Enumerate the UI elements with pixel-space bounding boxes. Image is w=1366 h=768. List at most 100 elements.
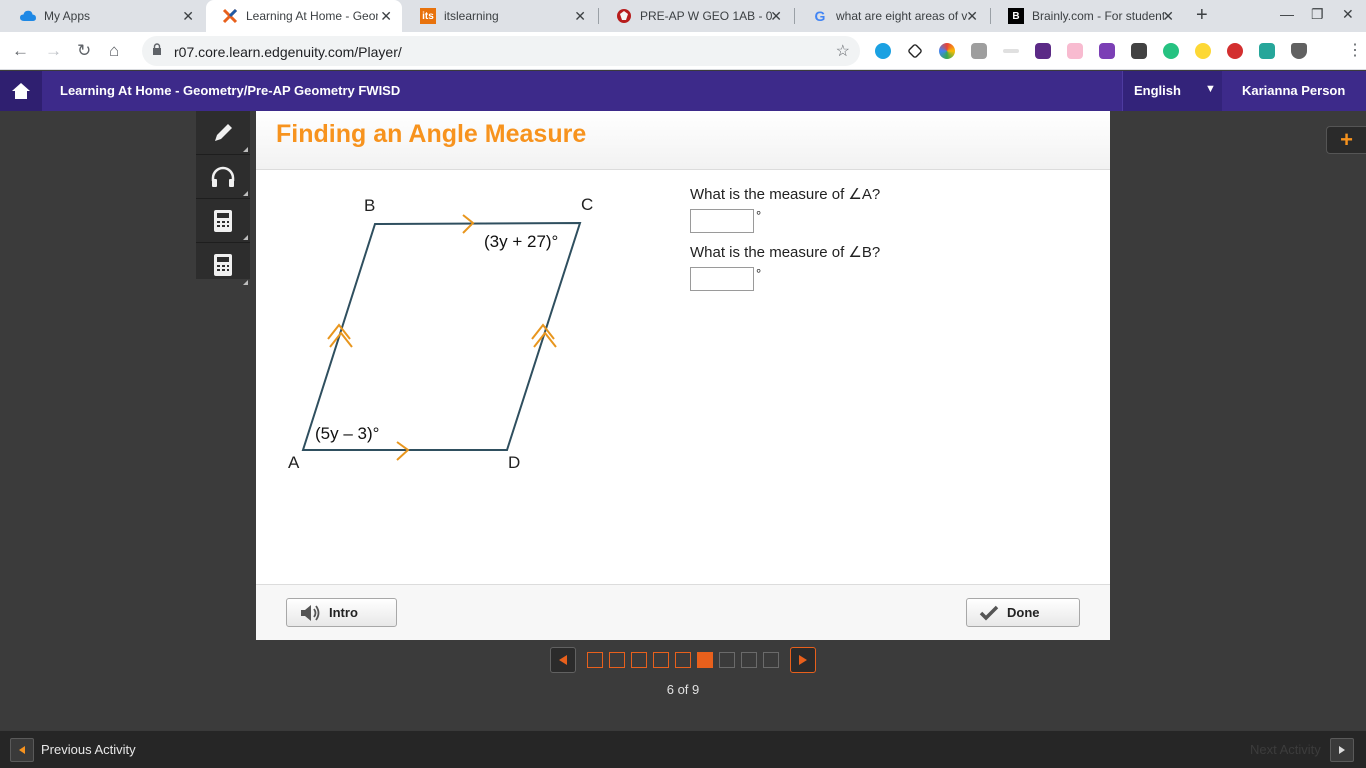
- course-title: Learning At Home - Geometry/Pre-AP Geome…: [60, 83, 401, 98]
- close-tab-icon[interactable]: ✕: [1162, 8, 1174, 25]
- extension-icon[interactable]: [907, 43, 923, 59]
- close-tab-icon[interactable]: ✕: [770, 8, 782, 25]
- cloud-icon: [20, 8, 36, 24]
- close-window-icon[interactable]: ✕: [1342, 6, 1354, 23]
- done-button-label: Done: [1007, 605, 1040, 620]
- close-tab-icon[interactable]: ✕: [182, 8, 194, 25]
- previous-activity-button[interactable]: [10, 738, 34, 762]
- angle-a-answer-input[interactable]: [690, 209, 754, 233]
- page-indicator[interactable]: [741, 652, 757, 668]
- tab-title: PRE-AP W GEO 1AB - 06: [640, 9, 772, 23]
- intro-button-label: Intro: [329, 605, 358, 620]
- tab-pre-ap-geo[interactable]: PRE-AP W GEO 1AB - 06 ✕: [600, 0, 792, 32]
- bookmark-star-icon[interactable]: ☆: [836, 41, 850, 61]
- parallel-mark-ab-2: [329, 331, 353, 348]
- previous-page-button[interactable]: [550, 647, 576, 673]
- scientific-calculator-tool-button[interactable]: [196, 243, 250, 287]
- lesson-footer: Intro Done: [256, 584, 1110, 640]
- activity-bar: Previous Activity Next Activity: [0, 730, 1366, 768]
- degree-symbol: °: [756, 266, 762, 281]
- extension-icon[interactable]: [875, 43, 891, 59]
- extension-icon[interactable]: [1227, 43, 1243, 59]
- edgenuity-icon: [222, 8, 238, 24]
- reload-icon[interactable]: ↻: [77, 41, 91, 61]
- question-angle-a: What is the measure of ∠A?: [690, 186, 881, 203]
- forward-arrow-icon[interactable]: →: [45, 41, 62, 61]
- page-indicator[interactable]: [719, 652, 735, 668]
- extension-icon[interactable]: [971, 43, 987, 59]
- extension-icon[interactable]: [1035, 43, 1051, 59]
- page-indicator-current[interactable]: [697, 652, 713, 668]
- parallelogram-figure: B C A D (3y + 27)° (5y – 3)°: [278, 194, 618, 484]
- restore-icon[interactable]: ❐: [1311, 6, 1324, 23]
- browser-tab-strip: My Apps ✕ Learning At Home - Geometry/Pr…: [0, 0, 1366, 32]
- intro-button[interactable]: Intro: [286, 598, 397, 627]
- next-activity-button[interactable]: [1330, 738, 1354, 762]
- page-indicator[interactable]: [763, 652, 779, 668]
- lesson-panel: Finding an Angle Measure B C A D (3y + 2…: [256, 111, 1110, 640]
- home-icon[interactable]: ⌂: [109, 41, 119, 61]
- expand-plus-button[interactable]: +: [1326, 126, 1366, 154]
- minimize-icon[interactable]: —: [1280, 6, 1294, 22]
- headphones-icon: [211, 166, 235, 187]
- extension-icon[interactable]: [1163, 43, 1179, 59]
- angle-a-expression: (5y – 3)°: [315, 424, 380, 443]
- language-value: English: [1134, 83, 1181, 98]
- vertex-label-a: A: [288, 453, 300, 472]
- home-button[interactable]: [0, 71, 42, 111]
- extension-icon[interactable]: [1259, 43, 1275, 59]
- tab-title: itslearning: [444, 9, 499, 23]
- page-indicator[interactable]: [653, 652, 669, 668]
- extension-icon[interactable]: [1131, 43, 1147, 59]
- page-indicator[interactable]: [587, 652, 603, 668]
- page-indicator[interactable]: [631, 652, 647, 668]
- page-count: 6 of 9: [666, 682, 700, 697]
- app-header: Learning At Home - Geometry/Pre-AP Geome…: [0, 71, 1366, 111]
- tab-brainly[interactable]: B Brainly.com - For students ✕: [992, 0, 1184, 32]
- close-tab-icon[interactable]: ✕: [966, 8, 978, 25]
- audio-tool-button[interactable]: [196, 155, 250, 199]
- browser-toolbar: ← → ↻ ⌂ r07.core.learn.edgenuity.com/Pla…: [0, 32, 1366, 70]
- close-tab-icon[interactable]: ✕: [574, 8, 586, 25]
- address-bar[interactable]: r07.core.learn.edgenuity.com/Player/ ☆: [142, 36, 860, 66]
- vertex-label-d: D: [508, 453, 521, 472]
- shield-icon[interactable]: [1291, 43, 1307, 59]
- extension-icon[interactable]: [1067, 43, 1083, 59]
- angle-b-answer-input[interactable]: [690, 267, 754, 291]
- question-angle-b: What is the measure of ∠B?: [690, 244, 881, 261]
- user-name[interactable]: Karianna Person: [1242, 83, 1345, 98]
- done-button[interactable]: Done: [966, 598, 1080, 627]
- language-dropdown[interactable]: English ▼: [1122, 71, 1222, 111]
- extension-icon[interactable]: [939, 43, 955, 59]
- vertex-label-c: C: [581, 195, 594, 214]
- tab-my-apps[interactable]: My Apps ✕: [4, 0, 204, 32]
- calculator-tool-button[interactable]: [196, 199, 250, 243]
- corner-indicator: [243, 280, 248, 285]
- page-indicator[interactable]: [609, 652, 625, 668]
- checkmark-icon: [979, 605, 999, 621]
- tab-google-search[interactable]: G what are eight areas of v ✕: [796, 0, 988, 32]
- triangle-left-icon: [19, 746, 25, 754]
- menu-kebab-icon[interactable]: ⋮: [1347, 40, 1363, 60]
- triangle-right-icon: [799, 655, 807, 665]
- tools-column: [196, 111, 250, 285]
- extension-icon[interactable]: [1003, 49, 1019, 53]
- angle-c-expression: (3y + 27)°: [484, 232, 559, 251]
- chevron-down-icon: ▼: [1205, 83, 1216, 95]
- back-arrow-icon[interactable]: ←: [12, 41, 29, 61]
- vertex-label-b: B: [364, 196, 376, 215]
- previous-activity-label[interactable]: Previous Activity: [41, 742, 136, 757]
- tab-separator: [794, 8, 795, 24]
- wolf-icon: [616, 8, 632, 24]
- extension-icon[interactable]: [1099, 43, 1115, 59]
- close-tab-icon[interactable]: ✕: [380, 8, 392, 25]
- calculator-icon: [214, 254, 232, 276]
- tab-learning-at-home[interactable]: Learning At Home - Geometry/Pre-AP Geome…: [206, 0, 402, 32]
- page-indicator[interactable]: [675, 652, 691, 668]
- tab-itslearning[interactable]: its itslearning ✕: [404, 0, 596, 32]
- triangle-left-icon: [559, 655, 567, 665]
- pencil-tool-button[interactable]: [196, 111, 250, 155]
- extension-icon[interactable]: [1195, 43, 1211, 59]
- new-tab-button[interactable]: +: [1196, 4, 1208, 27]
- next-page-button[interactable]: [790, 647, 816, 673]
